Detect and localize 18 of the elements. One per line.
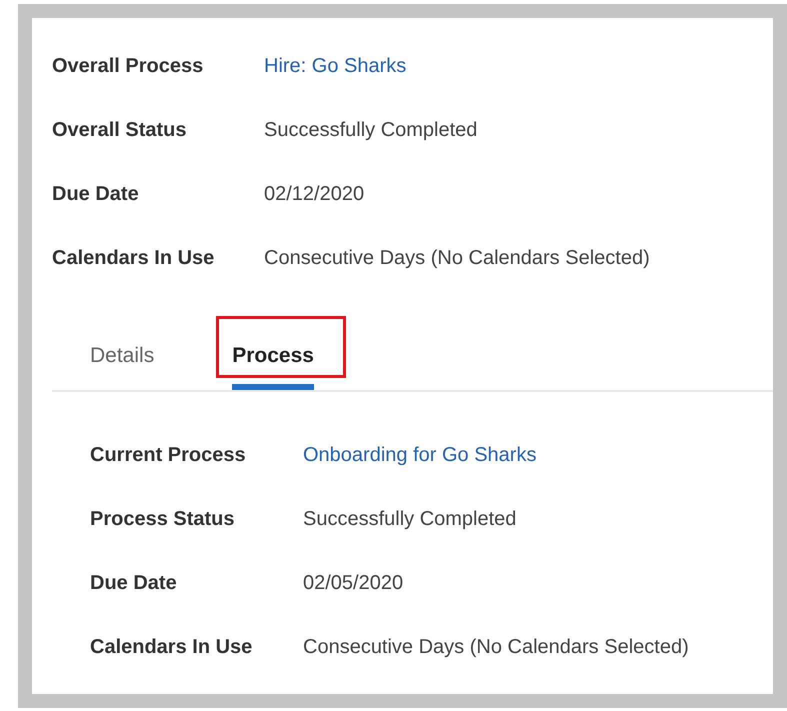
field-label: Calendars In Use <box>52 246 216 271</box>
field-label: Current Process <box>90 442 247 468</box>
field-value: 02/05/2020 <box>303 570 404 596</box>
field-value: Consecutive Days (No Calendars Selected) <box>264 246 650 271</box>
field-label: Process Status <box>90 506 236 532</box>
value-link[interactable]: Hire: Go Sharks <box>264 51 406 81</box>
field-value: Successfully Completed <box>264 118 478 143</box>
field-label: Due Date <box>90 570 178 596</box>
field-value: Successfully Completed <box>303 506 516 532</box>
tab[interactable]: Details <box>90 340 154 390</box>
field-value: 02/12/2020 <box>264 182 364 207</box>
value-link[interactable]: Onboarding for Go Sharks <box>303 440 536 470</box>
field-label: Overall Status <box>52 118 188 143</box>
field-label: Calendars In Use <box>90 634 254 660</box>
field-label: Overall Process <box>52 54 204 79</box>
tab[interactable]: Process <box>232 340 314 390</box>
field-label: Due Date <box>52 182 140 207</box>
field-value: Consecutive Days (No Calendars Selected) <box>303 634 689 660</box>
